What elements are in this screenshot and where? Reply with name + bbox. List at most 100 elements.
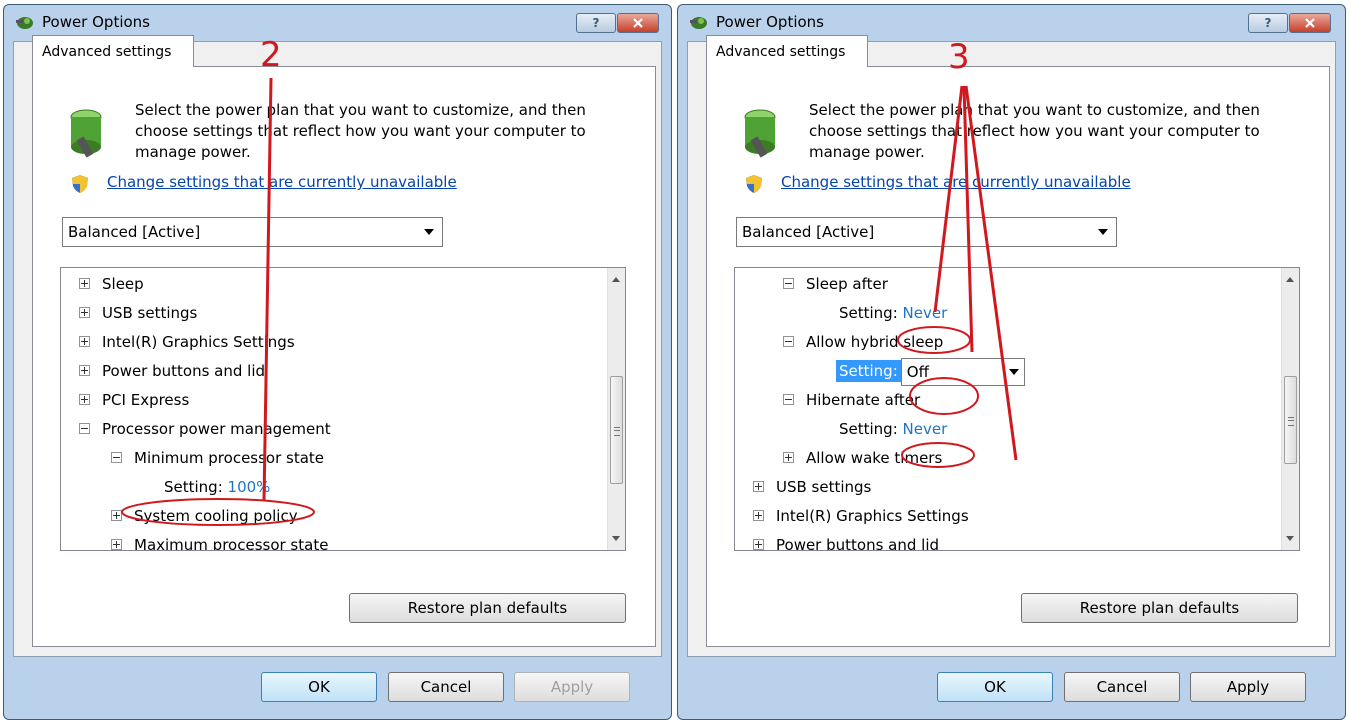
power-plan-dropdown[interactable]: Balanced [Active] bbox=[62, 217, 443, 247]
tree-item-intel-graphics[interactable]: Intel(R) Graphics Settings bbox=[79, 328, 295, 357]
close-icon bbox=[633, 18, 643, 28]
close-button[interactable] bbox=[617, 13, 659, 33]
annotation-number: 3 bbox=[948, 37, 970, 77]
apply-button[interactable]: Apply bbox=[514, 672, 630, 702]
vertical-scrollbar[interactable] bbox=[1281, 268, 1299, 550]
collapse-icon[interactable] bbox=[783, 394, 794, 405]
tree-item-intel-graphics[interactable]: Intel(R) Graphics Settings bbox=[753, 502, 969, 531]
collapse-icon[interactable] bbox=[783, 336, 794, 347]
grip-icon bbox=[614, 427, 620, 436]
grip-icon bbox=[1288, 417, 1294, 426]
tree-item-power-buttons[interactable]: Power buttons and lid bbox=[79, 357, 265, 386]
close-icon bbox=[1305, 18, 1315, 28]
scroll-up-icon[interactable] bbox=[1286, 277, 1294, 282]
title-bar[interactable]: Power Options ? bbox=[678, 5, 1345, 35]
power-plan-value: Balanced [Active] bbox=[68, 223, 201, 241]
chevron-down-icon bbox=[1008, 368, 1019, 375]
annotation-number: 2 bbox=[260, 35, 282, 75]
expand-icon[interactable] bbox=[783, 452, 794, 463]
collapse-icon[interactable] bbox=[783, 278, 794, 289]
power-options-window-left: Power Options ? Advanced settings Select… bbox=[3, 4, 672, 720]
settings-tree[interactable]: Sleep after Setting: Never Allow hybrid … bbox=[734, 267, 1300, 551]
description-text: Select the power plan that you want to c… bbox=[135, 101, 586, 161]
chevron-down-icon bbox=[1098, 229, 1108, 235]
tree-item-setting[interactable]: Setting: Never bbox=[839, 299, 947, 328]
cancel-button[interactable]: Cancel bbox=[388, 672, 504, 702]
expand-icon[interactable] bbox=[753, 481, 764, 492]
window-title: Power Options bbox=[716, 13, 824, 31]
tree-item-usb[interactable]: USB settings bbox=[79, 299, 197, 328]
cancel-button[interactable]: Cancel bbox=[1064, 672, 1180, 702]
expand-icon[interactable] bbox=[79, 394, 90, 405]
expand-icon[interactable] bbox=[753, 539, 764, 550]
vertical-scrollbar[interactable] bbox=[607, 268, 625, 550]
tree-item-processor-power[interactable]: Processor power management bbox=[79, 415, 331, 444]
setting-value[interactable]: Never bbox=[903, 304, 948, 322]
tree-item-max-processor-state[interactable]: Maximum processor state bbox=[111, 531, 328, 550]
scroll-down-icon[interactable] bbox=[612, 536, 620, 541]
setting-label: Setting: bbox=[164, 478, 223, 496]
ok-button[interactable]: OK bbox=[937, 672, 1053, 702]
battery-icon bbox=[744, 109, 776, 158]
chevron-down-icon bbox=[424, 229, 434, 235]
tree-item-setting[interactable]: Setting: Never bbox=[839, 415, 947, 444]
setting-label: Setting: bbox=[839, 420, 898, 438]
shield-icon bbox=[746, 175, 762, 193]
collapse-icon[interactable] bbox=[79, 423, 90, 434]
expand-icon[interactable] bbox=[79, 278, 90, 289]
title-bar[interactable]: Power Options ? bbox=[4, 5, 671, 35]
power-plug-icon bbox=[16, 17, 33, 29]
help-button[interactable]: ? bbox=[1248, 13, 1288, 33]
expand-icon[interactable] bbox=[79, 365, 90, 376]
apply-button[interactable]: Apply bbox=[1190, 672, 1306, 702]
expand-icon[interactable] bbox=[753, 510, 764, 521]
power-plan-value: Balanced [Active] bbox=[742, 223, 875, 241]
power-plug-icon bbox=[690, 17, 707, 29]
tree-item-sleep[interactable]: Sleep bbox=[79, 270, 144, 299]
shield-icon bbox=[72, 175, 88, 193]
tree-item-allow-wake-timers[interactable]: Allow wake timers bbox=[783, 444, 942, 473]
window-title: Power Options bbox=[42, 13, 150, 31]
setting-label: Setting: bbox=[839, 304, 898, 322]
tree-item-power-buttons[interactable]: Power buttons and lid bbox=[753, 531, 939, 550]
tree-item-pci-express[interactable]: PCI Express bbox=[79, 386, 189, 415]
tree-item-hibernate-after[interactable]: Hibernate after bbox=[783, 386, 920, 415]
expand-icon[interactable] bbox=[79, 336, 90, 347]
tree-item-system-cooling[interactable]: System cooling policy bbox=[111, 502, 298, 531]
tree-item-sleep-after[interactable]: Sleep after bbox=[783, 270, 888, 299]
setting-label: Setting: bbox=[836, 360, 901, 382]
hybrid-sleep-dropdown[interactable]: Off bbox=[900, 357, 1025, 386]
tree-item-usb[interactable]: USB settings bbox=[753, 473, 871, 502]
dropdown-value: Off bbox=[906, 362, 929, 381]
tree-item-min-processor-state[interactable]: Minimum processor state bbox=[111, 444, 324, 473]
tab-advanced-settings[interactable]: Advanced settings bbox=[706, 35, 868, 67]
expand-icon[interactable] bbox=[111, 539, 122, 550]
tree-item-allow-hybrid-sleep[interactable]: Allow hybrid sleep bbox=[783, 328, 943, 357]
expand-icon[interactable] bbox=[79, 307, 90, 318]
battery-icon bbox=[70, 109, 102, 158]
expand-icon[interactable] bbox=[111, 510, 122, 521]
power-options-window-right: Power Options ? Advanced settings Select… bbox=[677, 4, 1346, 720]
change-settings-link[interactable]: Change settings that are currently unava… bbox=[781, 173, 1131, 191]
close-button[interactable] bbox=[1289, 13, 1331, 33]
tree-item-setting[interactable]: Setting: 100% bbox=[164, 473, 270, 502]
restore-plan-defaults-button[interactable]: Restore plan defaults bbox=[349, 593, 626, 623]
scrollbar-thumb[interactable] bbox=[610, 376, 623, 484]
scroll-down-icon[interactable] bbox=[1286, 536, 1294, 541]
setting-value[interactable]: Never bbox=[903, 420, 948, 438]
tree-item-setting-selected[interactable]: Setting: Off bbox=[836, 357, 1025, 386]
scrollbar-thumb[interactable] bbox=[1284, 376, 1297, 464]
help-button[interactable]: ? bbox=[576, 13, 616, 33]
ok-button[interactable]: OK bbox=[261, 672, 377, 702]
setting-value[interactable]: 100% bbox=[228, 478, 271, 496]
restore-plan-defaults-button[interactable]: Restore plan defaults bbox=[1021, 593, 1298, 623]
scroll-up-icon[interactable] bbox=[612, 277, 620, 282]
change-settings-link[interactable]: Change settings that are currently unava… bbox=[107, 173, 457, 191]
power-plan-dropdown[interactable]: Balanced [Active] bbox=[736, 217, 1117, 247]
description-text: Select the power plan that you want to c… bbox=[809, 101, 1260, 161]
settings-tree[interactable]: Sleep USB settings Intel(R) Graphics Set… bbox=[60, 267, 626, 551]
advanced-settings-panel: Select the power plan that you want to c… bbox=[32, 66, 656, 647]
collapse-icon[interactable] bbox=[111, 452, 122, 463]
tab-advanced-settings[interactable]: Advanced settings bbox=[32, 35, 194, 67]
advanced-settings-panel: Select the power plan that you want to c… bbox=[706, 66, 1330, 647]
